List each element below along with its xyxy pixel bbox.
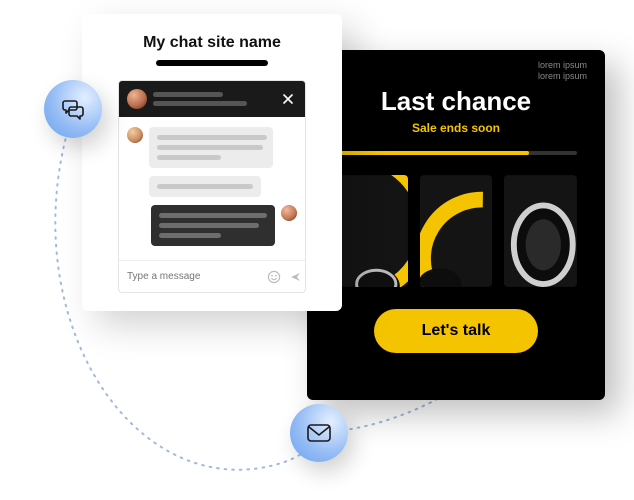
promo-image-row [335, 175, 577, 287]
placeholder-line [153, 101, 247, 106]
chat-site-title: My chat site name [82, 34, 342, 52]
promo-progress-fill [335, 151, 529, 155]
placeholder-line [159, 233, 221, 238]
product-image [420, 175, 493, 287]
emoji-icon[interactable] [267, 270, 281, 284]
message-row-incoming [149, 176, 297, 197]
chat-card: My chat site name [82, 14, 342, 311]
chat-input-bar [119, 260, 305, 292]
mail-badge[interactable] [290, 404, 348, 462]
avatar [127, 89, 147, 109]
message-bubble [149, 176, 261, 197]
message-row-incoming [127, 127, 297, 168]
promo-meta: lorem ipsum lorem ipsum [538, 60, 587, 83]
message-bubble [151, 205, 275, 246]
placeholder-line [153, 92, 223, 97]
avatar [281, 205, 297, 221]
promo-progress-track [335, 151, 577, 155]
placeholder-line [159, 223, 259, 228]
chat-text-input[interactable] [127, 271, 259, 282]
message-bubble [149, 127, 273, 168]
chat-body [119, 117, 305, 260]
placeholder-line [157, 155, 221, 160]
chat-badge[interactable] [44, 80, 102, 138]
placeholder-line [157, 184, 253, 189]
product-image [504, 175, 577, 287]
placeholder-line [159, 213, 267, 218]
message-row-outgoing [127, 205, 297, 246]
send-icon[interactable] [289, 270, 303, 284]
placeholder-line [157, 135, 267, 140]
title-underline [156, 60, 268, 66]
avatar [127, 127, 143, 143]
chat-header [119, 81, 305, 117]
promo-title: Last chance [335, 86, 577, 117]
promo-meta-line: lorem ipsum [538, 71, 587, 82]
header-text-placeholder [153, 92, 273, 106]
promo-card: lorem ipsum lorem ipsum Last chance Sale… [307, 50, 605, 400]
placeholder-line [157, 145, 263, 150]
promo-subtitle: Sale ends soon [335, 121, 577, 135]
cta-button[interactable]: Let's talk [374, 309, 538, 353]
chat-widget [118, 80, 306, 293]
chat-icon [60, 96, 86, 122]
close-icon[interactable] [279, 90, 297, 108]
mail-icon [306, 423, 332, 443]
product-image [335, 175, 408, 287]
promo-meta-line: lorem ipsum [538, 60, 587, 71]
